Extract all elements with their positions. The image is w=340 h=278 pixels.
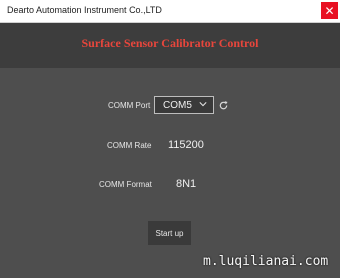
refresh-icon[interactable] — [218, 100, 229, 111]
comm-rate-label: COMM Rate — [107, 141, 152, 150]
watermark: m.luqilianai.com — [203, 254, 329, 269]
comm-port-value: COM5 — [163, 99, 192, 111]
comm-format-label: COMM Format — [99, 180, 152, 189]
comm-port-select[interactable]: COM5 — [154, 96, 214, 114]
comm-format-value: 8N1 — [176, 178, 197, 190]
page-title: Surface Sensor Calibrator Control — [81, 36, 259, 50]
close-icon: ✕ — [324, 3, 335, 18]
chevron-down-icon — [199, 102, 207, 107]
close-button[interactable]: ✕ — [321, 2, 338, 19]
header-band: Surface Sensor Calibrator Control — [0, 23, 340, 68]
start-up-button[interactable]: Start up — [148, 221, 191, 245]
comm-rate-value: 115200 — [168, 139, 204, 151]
title-bar: Dearto Automation Instrument Co.,LTD ✕ — [0, 0, 340, 23]
window-title: Dearto Automation Instrument Co.,LTD — [7, 5, 162, 15]
comm-port-label: COMM Port — [108, 101, 151, 110]
